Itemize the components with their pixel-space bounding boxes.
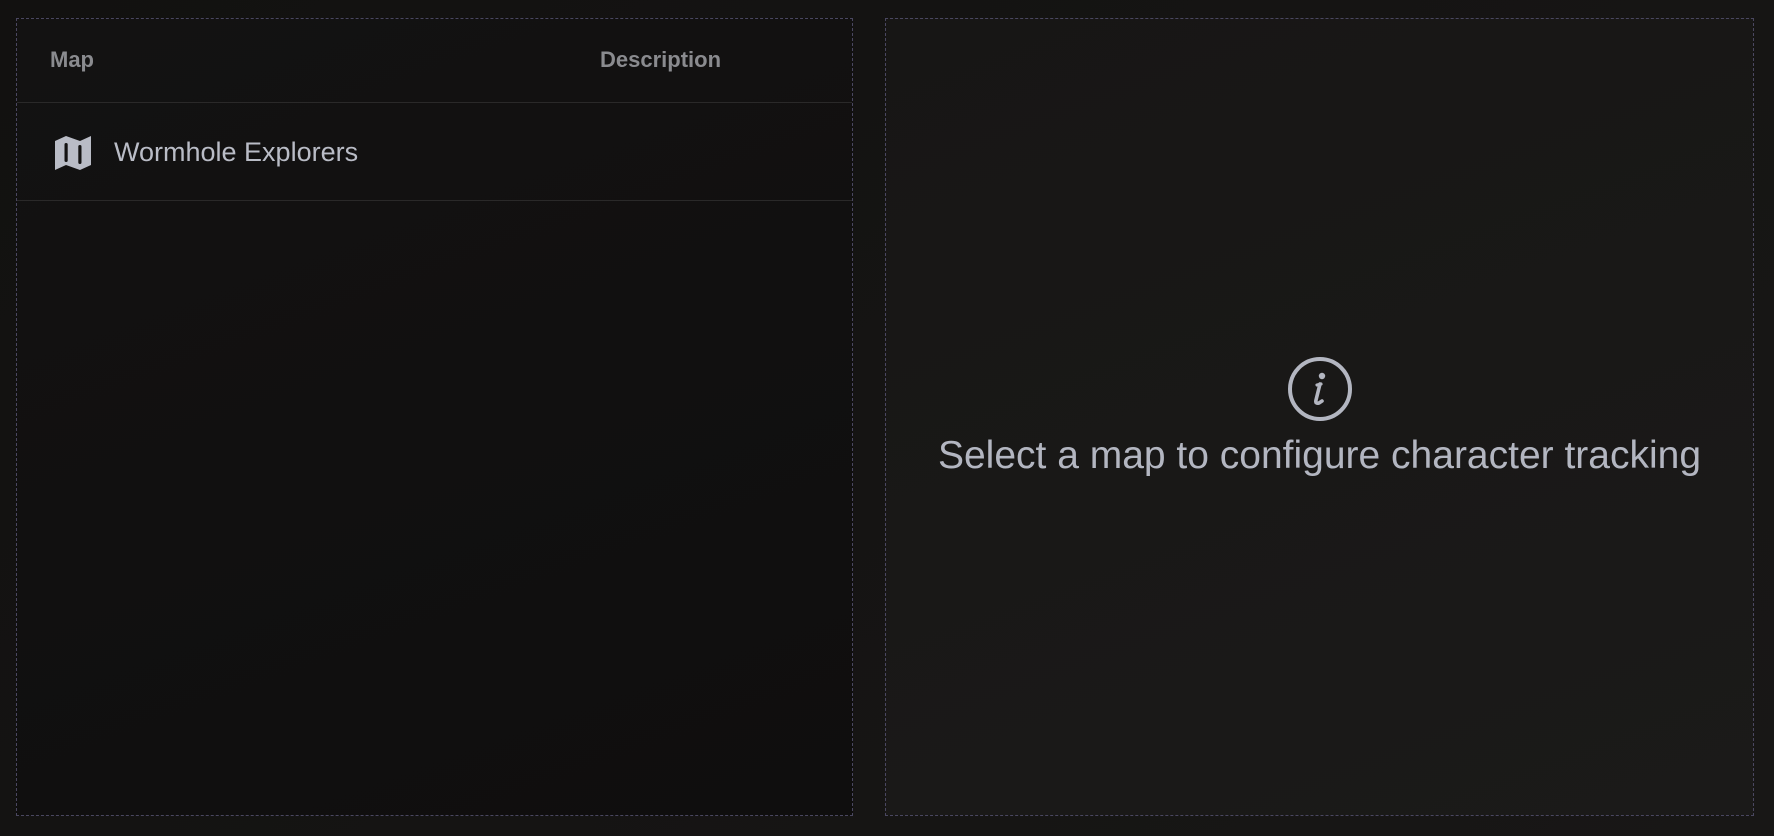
character-tracking-panel: Select a map to configure character trac… [885, 18, 1754, 816]
column-header-map: Map [50, 47, 94, 72]
table-row[interactable]: Wormhole Explorers [17, 103, 852, 201]
map-name: Wormhole Explorers [114, 137, 359, 167]
column-header-description: Description [600, 47, 722, 72]
maps-table-panel: Map Description Wormhole Explorers [16, 18, 853, 816]
info-icon [1287, 356, 1353, 422]
table-header: Map Description [17, 19, 852, 103]
map-icon [53, 133, 93, 173]
empty-state: Select a map to configure character trac… [886, 356, 1753, 478]
map-tracking-screen: Map Description Wormhole Explorers Selec… [0, 0, 1774, 836]
empty-state-message: Select a map to configure character trac… [937, 434, 1702, 477]
